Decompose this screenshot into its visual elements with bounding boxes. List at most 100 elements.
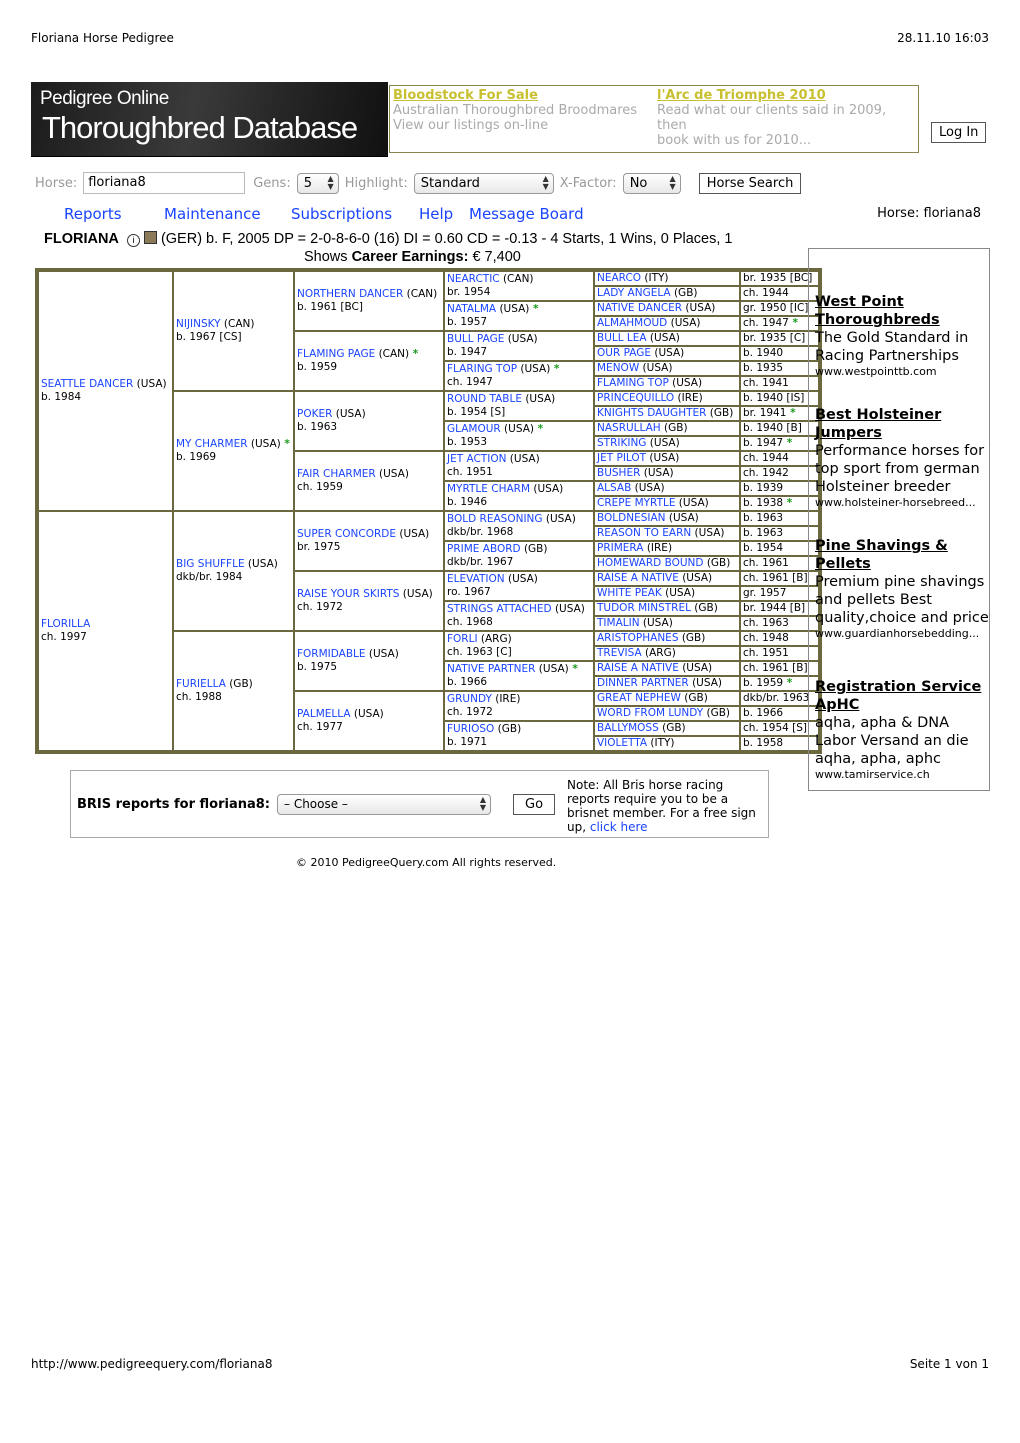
nav-subscriptions[interactable]: Subscriptions bbox=[291, 205, 392, 223]
horse-link[interactable]: BULL LEA bbox=[597, 332, 647, 344]
ad-title[interactable]: ApHC bbox=[815, 696, 989, 714]
ad-url[interactable]: www.westpointtb.com bbox=[815, 365, 987, 379]
ad-url[interactable]: www.guardianhorsebedding... bbox=[815, 627, 987, 641]
login-button[interactable]: Log In bbox=[931, 122, 987, 143]
horse-link[interactable]: STRINGS ATTACHED bbox=[447, 603, 552, 615]
horse-link[interactable]: NIJINSKY bbox=[176, 318, 221, 330]
highlight-select[interactable]: Standard ▲ ▼ bbox=[413, 172, 554, 194]
horse-link[interactable]: BALLYMOSS bbox=[597, 722, 659, 734]
horse-link[interactable]: BULL PAGE bbox=[447, 333, 504, 345]
horse-link[interactable]: HOMEWARD BOUND bbox=[597, 557, 703, 569]
horse-link[interactable]: ALSAB bbox=[597, 482, 631, 494]
ad-title[interactable]: Pine Shavings & bbox=[815, 537, 989, 555]
horse-link[interactable]: STRIKING bbox=[597, 437, 646, 449]
horse-link[interactable]: MY CHARMER bbox=[176, 438, 248, 450]
horse-input[interactable]: floriana8 bbox=[83, 172, 246, 194]
horse-link[interactable]: BOLD REASONING bbox=[447, 513, 543, 525]
ad-title[interactable]: Jumpers bbox=[815, 424, 989, 442]
ad-bloodstock[interactable]: Bloodstock For Sale Australian Thoroughb… bbox=[393, 88, 637, 133]
ad-title[interactable]: Best Holsteiner bbox=[815, 406, 989, 424]
horse-link[interactable]: FLARING TOP bbox=[447, 363, 517, 375]
horse-link[interactable]: PRINCEQUILLO bbox=[597, 392, 674, 404]
bris-report-select[interactable]: – Choose – ▲ ▼ bbox=[277, 794, 491, 815]
xfactor-select[interactable]: No ▲ ▼ bbox=[622, 172, 681, 194]
ad-url[interactable]: www.tamirservice.ch bbox=[815, 768, 987, 782]
horse-link[interactable]: MENOW bbox=[597, 362, 639, 374]
gens-select[interactable]: 5 ▲ ▼ bbox=[296, 172, 339, 194]
ad-title[interactable]: West Point bbox=[815, 293, 989, 311]
sidebar-ad[interactable]: Best Holsteiner Jumpers Performance horses… bbox=[815, 406, 989, 510]
info-icon[interactable]: i bbox=[126, 234, 140, 247]
nav-maintenance[interactable]: Maintenance bbox=[164, 205, 261, 223]
horse-link[interactable]: WHITE PEAK bbox=[597, 587, 662, 599]
horse-link[interactable]: BUSHER bbox=[597, 467, 640, 479]
horse-link[interactable]: BIG SHUFFLE bbox=[176, 558, 245, 570]
horse-link[interactable]: ROUND TABLE bbox=[447, 393, 522, 405]
photo-icon[interactable] bbox=[143, 231, 157, 244]
horse-link[interactable]: RAISE A NATIVE bbox=[597, 572, 679, 584]
horse-link[interactable]: NEARCO bbox=[597, 272, 641, 284]
ad-arc-de-triomphe[interactable]: l'Arc de Triomphe 2010 Read what our cli… bbox=[657, 88, 918, 148]
horse-link[interactable]: NATIVE DANCER bbox=[597, 302, 682, 314]
horse-link[interactable]: FAIR CHARMER bbox=[297, 468, 376, 480]
sidebar-ad[interactable]: Pine Shavings & Pellets Premium pine shavi… bbox=[815, 537, 989, 641]
horse-link[interactable]: FURIELLA bbox=[176, 678, 226, 690]
horse-link[interactable]: VIOLETTA bbox=[597, 737, 647, 749]
horse-link[interactable]: DINNER PARTNER bbox=[597, 677, 689, 689]
ad-title[interactable]: Bloodstock For Sale bbox=[393, 88, 637, 103]
horse-link[interactable]: GREAT NEPHEW bbox=[597, 692, 681, 704]
horse-link[interactable]: ALMAHMOUD bbox=[597, 317, 667, 329]
site-logo-banner[interactable]: Pedigree Online Thoroughbred Database bbox=[31, 82, 388, 157]
nav-help[interactable]: Help bbox=[419, 205, 453, 223]
horse-link[interactable]: CREPE MYRTLE bbox=[597, 497, 675, 509]
click-link[interactable]: click bbox=[590, 820, 617, 834]
horse-link[interactable]: FLORILLA bbox=[41, 618, 90, 630]
horse-link[interactable]: ELEVATION bbox=[447, 573, 505, 585]
horse-link[interactable]: FLAMING PAGE bbox=[297, 348, 375, 360]
horse-link[interactable]: FORMIDABLE bbox=[297, 648, 366, 660]
horse-link[interactable]: JET PILOT bbox=[597, 452, 646, 464]
horse-link[interactable]: RAISE YOUR SKIRTS bbox=[297, 588, 399, 600]
horse-link[interactable]: NATIVE PARTNER bbox=[447, 663, 535, 675]
horse-link[interactable]: FLAMING TOP bbox=[597, 377, 669, 389]
horse-link[interactable]: POKER bbox=[297, 408, 332, 420]
horse-link[interactable]: NATALMA bbox=[447, 303, 496, 315]
ad-title[interactable]: l'Arc de Triomphe 2010 bbox=[657, 88, 918, 103]
ad-url[interactable]: www.holsteiner-horsebreed... bbox=[815, 496, 987, 510]
horse-link[interactable]: FURIOSO bbox=[447, 723, 494, 735]
horse-link[interactable]: TIMALIN bbox=[597, 617, 640, 629]
horse-link[interactable]: FORLI bbox=[447, 633, 478, 645]
horse-link[interactable]: GRUNDY bbox=[447, 693, 492, 705]
horse-link[interactable]: GLAMOUR bbox=[447, 423, 501, 435]
nav-reports[interactable]: Reports bbox=[64, 205, 122, 223]
horse-link[interactable]: LADY ANGELA bbox=[597, 287, 671, 299]
horse-link[interactable]: JET ACTION bbox=[447, 453, 506, 465]
horse-link[interactable]: REASON TO EARN bbox=[597, 527, 691, 539]
horse-link[interactable]: NEARCTIC bbox=[447, 273, 500, 285]
horse-link[interactable]: TREVISA bbox=[597, 647, 642, 659]
sidebar-ad[interactable]: Registration Service ApHC aqha, apha & DNA… bbox=[815, 678, 989, 782]
horse-link[interactable]: NASRULLAH bbox=[597, 422, 661, 434]
horse-link[interactable]: PALMELLA bbox=[297, 708, 351, 720]
horse-link[interactable]: PRIMERA bbox=[597, 542, 643, 554]
horse-link[interactable]: OUR PAGE bbox=[597, 347, 651, 359]
horse-link[interactable]: RAISE A NATIVE bbox=[597, 662, 679, 674]
ad-title[interactable]: Pellets bbox=[815, 555, 989, 573]
horse-link[interactable]: WORD FROM LUNDY bbox=[597, 707, 703, 719]
sidebar-ad[interactable]: West Point Thoroughbreds The Gold Standard… bbox=[815, 293, 989, 379]
horse-link[interactable]: TUDOR MINSTREL bbox=[597, 602, 691, 614]
horse-link[interactable]: SUPER CONCORDE bbox=[297, 528, 396, 540]
ad-title[interactable]: Thoroughbreds bbox=[815, 311, 989, 329]
horse-link[interactable]: NORTHERN DANCER bbox=[297, 288, 403, 300]
horse-link[interactable]: KNIGHTS DAUGHTER bbox=[597, 407, 706, 419]
go-button[interactable]: Go bbox=[513, 794, 556, 815]
horse-link[interactable]: ARISTOPHANES bbox=[597, 632, 678, 644]
horse-link[interactable]: BOLDNESIAN bbox=[597, 512, 666, 524]
nav-message-board[interactable]: Message Board bbox=[469, 205, 584, 223]
here-link[interactable]: here bbox=[621, 820, 648, 834]
horse-search-button[interactable]: Horse Search bbox=[698, 172, 802, 194]
ad-title[interactable]: Registration Service bbox=[815, 678, 989, 696]
horse-link[interactable]: PRIME ABORD bbox=[447, 543, 521, 555]
horse-link[interactable]: MYRTLE CHARM bbox=[447, 483, 530, 495]
horse-link[interactable]: SEATTLE DANCER bbox=[41, 378, 133, 390]
